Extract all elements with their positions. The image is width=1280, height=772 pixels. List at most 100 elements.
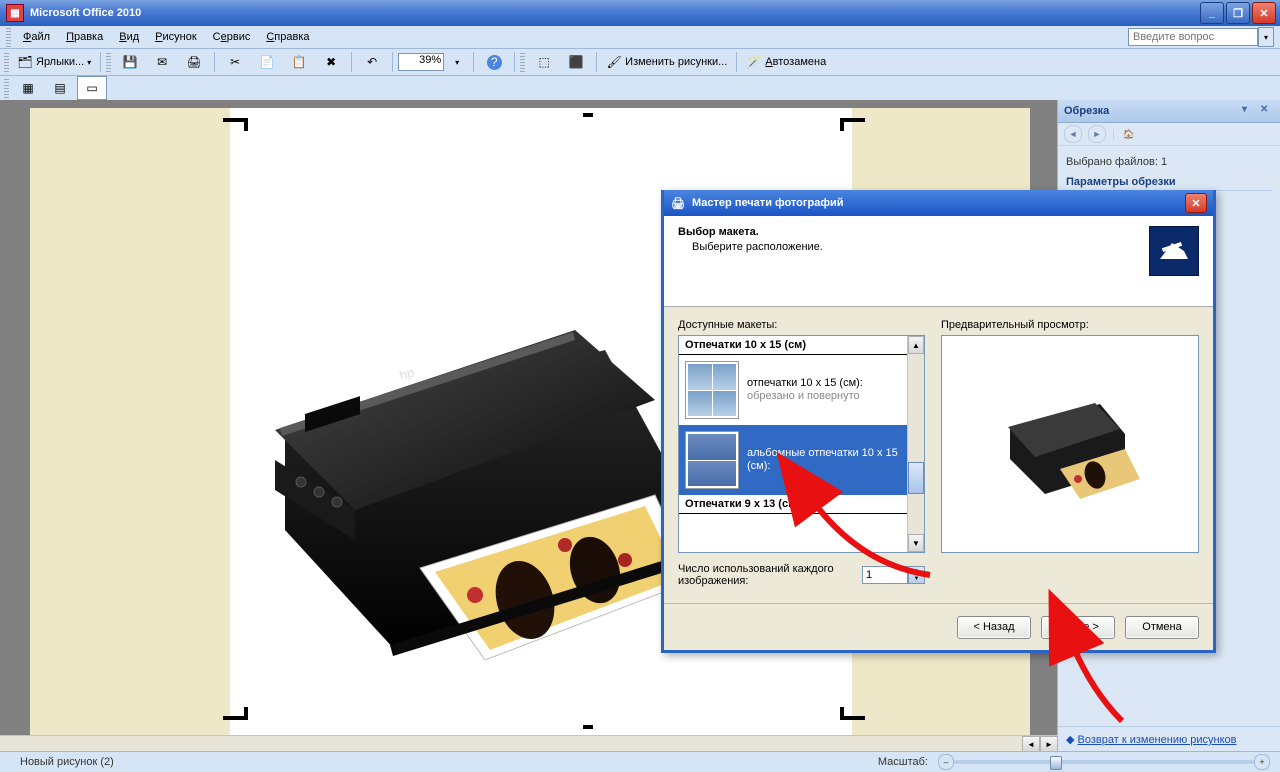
view-thumbnails[interactable]: ▦ — [13, 76, 43, 100]
count-up[interactable]: ▲ — [909, 567, 924, 575]
save-icon: 💾 — [122, 54, 138, 70]
status-filename: Новый рисунок (2) — [10, 756, 124, 768]
svg-text:hp: hp — [398, 364, 416, 382]
menu-view[interactable]: Вид — [113, 29, 145, 45]
wizard-back-button[interactable]: < Назад — [957, 616, 1031, 639]
preview-label: Предварительный просмотр: — [941, 319, 1199, 331]
paste-icon: 📋 — [291, 54, 307, 70]
wizard-next-button[interactable]: Далее > — [1041, 616, 1115, 639]
pane-back-button[interactable]: ◄ — [1064, 125, 1082, 143]
shortcuts-button[interactable]: 🗂Ярлыки...▾ — [13, 50, 95, 74]
minimize-button[interactable]: _ — [1200, 2, 1224, 24]
pane-dropdown[interactable]: ▾ — [1242, 104, 1256, 118]
zoom-in-button[interactable]: + — [1254, 754, 1270, 770]
grip[interactable] — [106, 52, 111, 72]
layout-item-1[interactable]: отпечатки 10 x 15 (см):обрезано и поверн… — [679, 355, 907, 425]
mail-button[interactable]: ✉ — [147, 50, 177, 74]
grid-icon: ▦ — [20, 80, 36, 96]
save-button[interactable]: 💾 — [115, 50, 145, 74]
wizard-titlebar[interactable]: 🖨 Мастер печати фотографий ✕ — [664, 190, 1213, 216]
help-dropdown[interactable]: ▾ — [1258, 27, 1274, 47]
scroll-up[interactable]: ▲ — [908, 336, 924, 354]
pane-title: Обрезка — [1064, 105, 1109, 117]
zoom-input[interactable]: 39% — [398, 53, 444, 71]
copy-icon: 📄 — [259, 54, 275, 70]
wizard-buttons: < Назад Далее > Отмена — [664, 603, 1213, 650]
preview-box — [941, 335, 1199, 553]
help-button[interactable]: ? — [479, 50, 509, 74]
layouts-listbox[interactable]: Отпечатки 10 x 15 (см) отпечатки 10 x 15… — [678, 335, 925, 553]
wizard-cancel-button[interactable]: Отмена — [1125, 616, 1199, 639]
zoom-thumb[interactable] — [1050, 756, 1062, 770]
layout-thumb-2 — [685, 431, 739, 489]
crop-handle-tm[interactable] — [583, 113, 593, 123]
paste-button[interactable]: 📋 — [284, 50, 314, 74]
edit-pictures-button[interactable]: 🖌Изменить рисунки... — [602, 50, 731, 74]
back-to-edit-link[interactable]: Возврат к изменению рисунков — [1078, 734, 1237, 746]
crop-params-heading: Параметры обрезки — [1066, 176, 1272, 191]
grip[interactable] — [520, 52, 525, 72]
fit-icon: ⬛ — [568, 54, 584, 70]
h-scrollbar[interactable]: ◄ ► — [0, 735, 1058, 752]
fit-button[interactable]: ⬛ — [561, 50, 591, 74]
pane-forward-button[interactable]: ► — [1088, 125, 1106, 143]
grip[interactable] — [4, 52, 9, 72]
wizard-subheading: Выберите расположение. — [692, 241, 1149, 253]
zoom-slider[interactable] — [954, 760, 1254, 764]
scroll-left[interactable]: ◄ — [1022, 736, 1040, 752]
pane-footer: ◆ Возврат к изменению рисунков — [1058, 726, 1280, 752]
wizard-logo — [1149, 226, 1199, 276]
wizard-heading: Выбор макета. — [678, 226, 1149, 238]
scroll-right[interactable]: ► — [1040, 736, 1058, 752]
toolbar-main: 🗂Ярлыки...▾ 💾 ✉ 🖨 ✂ 📄 📋 ✖ ↶ 39% ▾ ? ⬚ ⬛ … — [0, 49, 1280, 76]
view-single[interactable]: ▭ — [77, 76, 107, 100]
cut-icon: ✂ — [227, 54, 243, 70]
cut-button[interactable]: ✂ — [220, 50, 250, 74]
print-wizard-dialog: 🖨 Мастер печати фотографий ✕ Выбор макет… — [661, 190, 1216, 653]
files-selected-label: Выбрано файлов: 1 — [1066, 156, 1272, 168]
layout-section-2: Отпечатки 9 x 13 (см) — [679, 495, 907, 514]
crop-handle-tr[interactable] — [835, 101, 865, 131]
copy-button[interactable]: 📄 — [252, 50, 282, 74]
close-button[interactable]: ✕ — [1252, 2, 1276, 24]
grip[interactable] — [6, 27, 11, 47]
undo-button[interactable]: ↶ — [357, 50, 387, 74]
wizard-header: Выбор макета. Выберите расположение. — [664, 216, 1213, 307]
autofit-button[interactable]: ⬚ — [529, 50, 559, 74]
menu-file[interactable]: Файл — [17, 29, 56, 45]
help-search-input[interactable] — [1128, 28, 1258, 46]
crop-handle-bm[interactable] — [583, 725, 593, 735]
menu-edit[interactable]: Правка — [60, 29, 109, 45]
wizard-body: Доступные макеты: Отпечатки 10 x 15 (см)… — [664, 307, 1213, 631]
layout-section-1: Отпечатки 10 x 15 (см) — [679, 336, 907, 355]
grip[interactable] — [4, 78, 9, 98]
restore-button[interactable]: ❐ — [1226, 2, 1250, 24]
pane-close[interactable]: ✕ — [1260, 104, 1274, 118]
pane-nav: ◄ ► | 🏠 — [1058, 123, 1280, 146]
delete-icon: ✖ — [323, 54, 339, 70]
pane-header: Обрезка ▾ ✕ — [1058, 100, 1280, 123]
undo-icon: ↶ — [364, 54, 380, 70]
app-icon: ▦ — [6, 4, 24, 22]
layout-item-2-selected[interactable]: альбомные отпечатки 10 x 15 (см): — [679, 425, 907, 495]
wizard-close-button[interactable]: ✕ — [1185, 193, 1207, 213]
layouts-scrollbar[interactable]: ▲ ▼ — [907, 336, 924, 552]
edit-pictures-icon: 🖌 — [606, 54, 622, 70]
menu-help[interactable]: Справка — [260, 29, 315, 45]
menu-picture[interactable]: Рисунок — [149, 29, 203, 45]
crop-handle-tl[interactable] — [223, 101, 253, 131]
zoom-out-button[interactable]: – — [938, 754, 954, 770]
autocorrect-button[interactable]: 🪄Автозамена — [742, 50, 830, 74]
count-down[interactable]: ▼ — [909, 575, 924, 583]
toolbar-views: ▦ ▤ ▭ — [0, 76, 1280, 101]
menu-tools[interactable]: Сервис — [207, 29, 257, 45]
print-button[interactable]: 🖨 — [179, 50, 209, 74]
pane-home-button[interactable]: 🏠 — [1121, 126, 1137, 142]
app-titlebar: ▦ Microsoft Office 2010 _ ❐ ✕ — [0, 0, 1280, 26]
zoom-dropdown[interactable]: ▾ — [446, 50, 468, 74]
scroll-thumb[interactable] — [908, 462, 924, 494]
delete-button[interactable]: ✖ — [316, 50, 346, 74]
view-filmstrip[interactable]: ▤ — [45, 76, 75, 100]
scroll-down[interactable]: ▼ — [908, 534, 924, 552]
count-input[interactable] — [862, 566, 908, 584]
